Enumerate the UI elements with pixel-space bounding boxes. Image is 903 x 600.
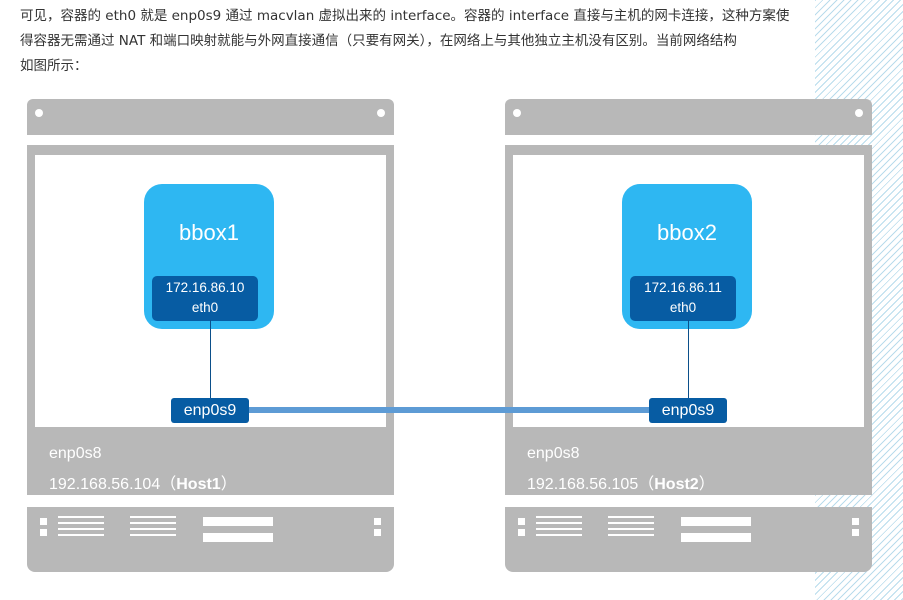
container-name: bbox2 xyxy=(657,220,717,245)
vent-line xyxy=(130,516,176,518)
vent-line xyxy=(130,522,176,524)
vent-line xyxy=(130,528,176,530)
screw-icon xyxy=(513,109,521,117)
vent-line xyxy=(58,528,104,530)
macvlan-wire-host-2 xyxy=(688,320,689,398)
host-bottom-panel xyxy=(27,507,394,572)
container-interface: 172.16.86.11 eth0 xyxy=(630,276,736,321)
port-icon xyxy=(40,518,47,525)
port-icon xyxy=(518,529,525,536)
host-2-enp0s9-interface: enp0s9 xyxy=(649,398,727,423)
vent-line xyxy=(608,522,654,524)
paragraph-line-2: 得容器无需通过 NAT 和端口映射就能与外网直接通信（只要有网关），在网络上与其… xyxy=(20,33,737,49)
port-icon xyxy=(40,529,47,536)
host-nic-label: enp0s8 xyxy=(527,445,580,462)
vent-line xyxy=(536,528,582,530)
vent-line xyxy=(130,534,176,536)
vent-line xyxy=(536,522,582,524)
port-icon xyxy=(374,518,381,525)
paragraph-line-1: 可见，容器的 eth0 就是 enp0s9 通过 macvlan 虚拟出来的 i… xyxy=(20,8,790,24)
vent-line xyxy=(608,516,654,518)
host-ip-label: 192.168.56.105（Host2） xyxy=(527,470,715,494)
host-name: Host2 xyxy=(654,476,699,493)
vent-line xyxy=(536,534,582,536)
container-iface-name: eth0 xyxy=(669,300,697,315)
host-ip-close: ） xyxy=(698,476,715,493)
drive-bay xyxy=(681,517,751,526)
host-ip-label: 192.168.56.104（Host1） xyxy=(49,470,237,494)
drive-bay xyxy=(681,533,751,542)
physical-network-link xyxy=(245,407,655,413)
host-ip: 192.168.56.104（ xyxy=(49,476,177,493)
vent-line xyxy=(536,516,582,518)
host-top-panel xyxy=(27,99,394,135)
vent-line xyxy=(58,534,104,536)
screw-icon xyxy=(35,109,43,117)
host-1-enp0s9-interface: enp0s9 xyxy=(171,398,249,423)
container-name: bbox1 xyxy=(179,220,239,245)
host-nic-label: enp0s8 xyxy=(49,445,102,462)
container-bbox2: bbox2 172.16.86.11 eth0 xyxy=(622,184,752,329)
vent-line xyxy=(58,522,104,524)
port-icon xyxy=(374,529,381,536)
vent-line xyxy=(608,534,654,536)
screw-icon xyxy=(377,109,385,117)
article-body: 可见，容器的 eth0 就是 enp0s9 通过 macvlan 虚拟出来的 i… xyxy=(0,0,872,600)
article-paragraph: 可见，容器的 eth0 就是 enp0s9 通过 macvlan 虚拟出来的 i… xyxy=(20,4,800,79)
host-ip: 192.168.56.105（ xyxy=(527,476,655,493)
screw-icon xyxy=(855,109,863,117)
port-icon xyxy=(518,518,525,525)
port-icon xyxy=(852,518,859,525)
macvlan-wire-host-1 xyxy=(210,320,211,398)
container-interface: 172.16.86.10 eth0 xyxy=(152,276,258,321)
drive-bay xyxy=(203,533,273,542)
host-bottom-panel xyxy=(505,507,872,572)
host-ip-close: ） xyxy=(220,476,237,493)
vent-line xyxy=(58,516,104,518)
container-bbox1: bbox1 172.16.86.10 eth0 xyxy=(144,184,274,329)
host-top-panel xyxy=(505,99,872,135)
container-ip: 172.16.86.10 xyxy=(165,280,245,295)
paragraph-line-3: 如图所示： xyxy=(20,58,88,74)
host-name: Host1 xyxy=(176,476,221,493)
drive-bay xyxy=(203,517,273,526)
container-ip: 172.16.86.11 xyxy=(644,280,722,295)
vent-line xyxy=(608,528,654,530)
container-iface-name: eth0 xyxy=(191,300,219,315)
port-icon xyxy=(852,529,859,536)
